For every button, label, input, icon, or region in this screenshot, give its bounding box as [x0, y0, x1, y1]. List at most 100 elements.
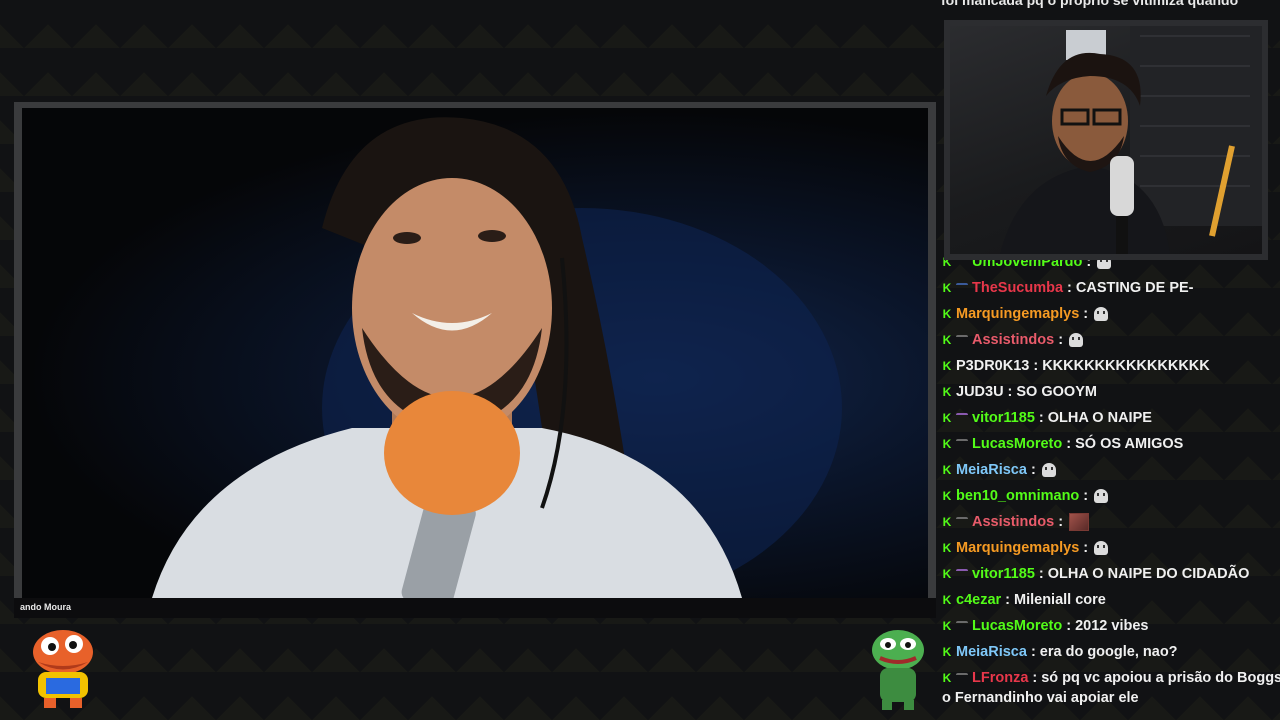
- kick-badge-icon: K: [942, 645, 952, 659]
- chat-username[interactable]: TheSucumba: [972, 280, 1063, 296]
- streamer-webcam-image: [1000, 26, 1262, 254]
- kick-badge-icon: K: [942, 333, 952, 347]
- chat-username[interactable]: MeiaRisca: [956, 462, 1027, 478]
- chat-separator: :: [1007, 384, 1013, 400]
- chat-separator: :: [1083, 488, 1089, 504]
- chat-message: K LucasMoreto: SÓ OS AMIGOS: [942, 433, 1184, 455]
- chat-separator: :: [1030, 644, 1036, 660]
- streamer-webcam: [944, 20, 1268, 260]
- chat-separator: :: [1066, 436, 1072, 452]
- chat-separator: :: [1033, 358, 1039, 374]
- chat-username[interactable]: ben10_omnimano: [956, 488, 1079, 504]
- kick-badge-icon: K: [942, 385, 952, 399]
- kick-badge-icon: K: [942, 619, 952, 633]
- chat-username[interactable]: Marquingemaplys: [956, 306, 1079, 322]
- chat-message-text: Mileniall core: [1014, 592, 1106, 608]
- chat-message: Kvitor1185: OLHA O NAIPE DO CIDADÃO: [942, 563, 1250, 585]
- chat-message-text: CASTING DE PE-: [1075, 280, 1194, 296]
- ghost-emote-icon: [1041, 463, 1056, 477]
- chat-username[interactable]: LFronza: [972, 670, 1028, 686]
- chat-message-text: 2012 vibes: [1075, 618, 1149, 634]
- chat-separator: :: [1058, 332, 1064, 348]
- chat-separator: :: [1067, 280, 1072, 296]
- chat-message: K MeiaRisca: era do google, nao?: [942, 641, 1178, 663]
- kick-badge-icon: K: [942, 489, 952, 503]
- chat-username[interactable]: Marquingemaplys: [956, 540, 1079, 556]
- kick-badge-icon: K: [942, 411, 952, 425]
- chat-message: K Assistindos:: [942, 511, 1090, 533]
- guest-video-image: [152, 117, 842, 598]
- chat-message-continuation: o Fernandinho vai apoiar ele: [942, 690, 1139, 706]
- chat-message: K Marquingemaplys:: [942, 537, 1109, 559]
- ghost-emote-icon: [1094, 489, 1109, 503]
- chat-username[interactable]: LucasMoreto: [972, 618, 1062, 634]
- chat-separator: :: [1058, 514, 1064, 530]
- guest-video: [22, 108, 928, 598]
- chat-message-text: OLHA O NAIPE: [1047, 410, 1152, 426]
- chat-separator: :: [1038, 566, 1044, 582]
- chat-username[interactable]: vitor1185: [972, 566, 1035, 582]
- kick-badge-icon: K: [942, 437, 952, 451]
- kick-badge-icon: K: [942, 567, 952, 581]
- chat-separator: :: [1005, 592, 1010, 608]
- video-bottom-bar: [14, 598, 936, 618]
- chat-message: K MeiaRisca:: [942, 459, 1056, 481]
- chat-username[interactable]: P3DR0K13: [956, 358, 1029, 374]
- chat-message: Kvitor1185: OLHA O NAIPE: [942, 407, 1152, 429]
- chat-message: K TheSucumba: CASTING DE PE-: [942, 277, 1194, 299]
- chat-message: K P3DR0K13: KKKKKKKKKKKKKKKK: [942, 355, 1210, 377]
- kick-badge-icon: K: [942, 463, 952, 477]
- chat-separator: :: [1032, 670, 1038, 686]
- chat-separator: :: [1066, 618, 1072, 634]
- chat-message-text: OLHA O NAIPE DO CIDADÃO: [1047, 566, 1250, 582]
- subscriber-badge-icon: [956, 621, 968, 631]
- chat-message: K Marquingemaplys:: [942, 303, 1109, 325]
- chat-message: Kc4ezar: Mileniall core: [942, 589, 1106, 611]
- chat-username[interactable]: vitor1185: [972, 410, 1035, 426]
- kick-badge-icon: K: [942, 281, 952, 295]
- chat-username[interactable]: Assistindos: [972, 332, 1054, 348]
- chat-message-text: SO GOOYM: [1016, 384, 1097, 400]
- kick-badge-icon: K: [942, 541, 952, 555]
- cartoon-duck-sticker: [33, 630, 93, 708]
- chat-message: K LFronza: só pq vc apoiou a prisão do Bog…: [942, 667, 1280, 689]
- streamer-webcam-video: [950, 26, 1262, 254]
- chat-message-text: era do google, nao?: [1039, 644, 1178, 660]
- guest-name-caption: ando Moura: [20, 602, 71, 612]
- chat-username[interactable]: JUD3U: [956, 384, 1004, 400]
- chat-separator: :: [1030, 462, 1036, 478]
- chat-separator: :: [1038, 410, 1044, 426]
- chat-message-text: só pq vc apoiou a prisão do Boggs: [1041, 670, 1280, 686]
- chat-username[interactable]: Assistindos: [972, 514, 1054, 530]
- subscriber-badge-icon: [956, 673, 968, 683]
- chat-message-text: SÓ OS AMIGOS: [1075, 436, 1184, 452]
- chat-username[interactable]: LucasMoreto: [972, 436, 1062, 452]
- chat-message: K JUD3U: SO GOOYM: [942, 381, 1097, 403]
- subscriber-badge-icon: [956, 413, 968, 423]
- kick-badge-icon: K: [942, 515, 952, 529]
- chat-username[interactable]: MeiaRisca: [956, 644, 1027, 660]
- guest-video-panel: ando Moura: [14, 102, 936, 618]
- chat-separator: :: [1083, 306, 1089, 322]
- ghost-emote-icon: [1094, 307, 1109, 321]
- image-emote-icon: [1069, 513, 1090, 531]
- subscriber-badge-icon: [956, 439, 968, 449]
- kick-badge-icon: K: [942, 593, 952, 607]
- chat-message: K LucasMoreto:2012 vibes: [942, 615, 1149, 637]
- subscriber-badge-icon: [956, 517, 968, 527]
- subscriber-badge-icon: [956, 569, 968, 579]
- kick-badge-icon: K: [942, 359, 952, 373]
- chat-partial-message: foi mancada pq o proprio se vitimiza qua…: [941, 0, 1239, 8]
- chat-message-text: KKKKKKKKKKKKKKKK: [1042, 358, 1210, 374]
- subscriber-badge-icon: [956, 283, 968, 293]
- chat-separator: :: [1083, 540, 1089, 556]
- chat-username[interactable]: c4ezar: [956, 592, 1001, 608]
- pepe-frog-sticker: [872, 630, 924, 710]
- chat-message: K Assistindos:: [942, 329, 1084, 351]
- ghost-emote-icon: [1069, 333, 1084, 347]
- kick-badge-icon: K: [942, 307, 952, 321]
- ghost-emote-icon: [1094, 541, 1109, 555]
- chat-message: Kben10_omnimano:: [942, 485, 1109, 507]
- subscriber-badge-icon: [956, 335, 968, 345]
- kick-badge-icon: K: [942, 671, 952, 685]
